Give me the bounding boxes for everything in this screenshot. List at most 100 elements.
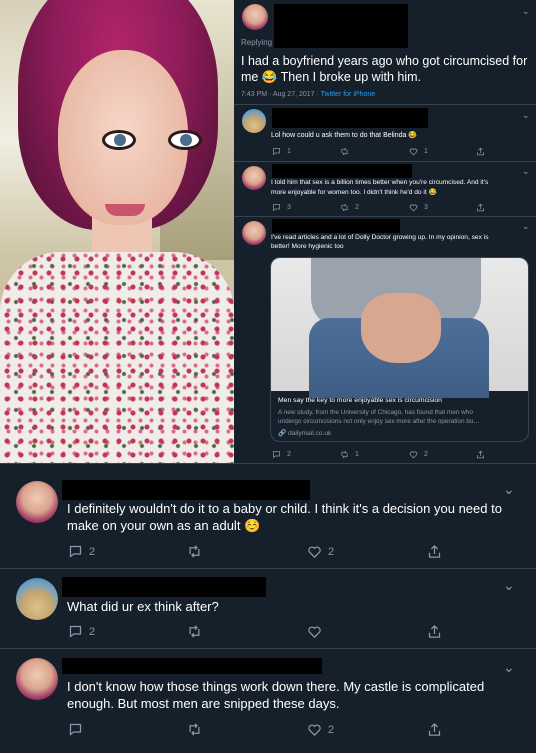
like-count: 2 [328, 545, 335, 558]
redacted-name [272, 164, 412, 178]
link-card[interactable]: Men say the key to more enjoyable sex is… [270, 257, 529, 442]
share-icon [428, 624, 441, 638]
heart-icon [409, 204, 418, 212]
retweet-icon [189, 723, 200, 736]
redacted-name [62, 658, 322, 674]
chevron-down-icon[interactable]: ⌄ [522, 221, 530, 232]
tweet-text-line1: I don't know how those things work down … [67, 679, 485, 694]
share-icon [428, 544, 441, 558]
heart-icon [308, 724, 321, 737]
tweet-text-line1: I definitely wouldn't do it to a baby or… [67, 501, 502, 516]
like-count: 2 [424, 451, 428, 458]
retweet-icon [341, 147, 348, 156]
retweet-icon [341, 203, 348, 212]
card-title: Men say the key to more enjoyable sex is… [278, 397, 442, 404]
avatar[interactable] [242, 166, 266, 190]
reply-button[interactable]: 2 [272, 450, 291, 459]
share-button[interactable] [476, 147, 485, 156]
retweet-icon [189, 625, 200, 638]
reply-count: 2 [287, 451, 291, 458]
avatar[interactable] [16, 481, 58, 523]
heart-icon [308, 546, 321, 559]
retweet-icon [341, 450, 348, 459]
reply-button[interactable]: 2 [68, 544, 95, 559]
chevron-down-icon[interactable]: ⌄ [522, 110, 530, 121]
redacted-name [62, 577, 266, 597]
retweet-button[interactable] [187, 624, 202, 639]
like-button[interactable]: 2 [307, 544, 334, 559]
link-icon: 🔗 [278, 430, 287, 437]
tweet-timestamp: 7:43 PM · Aug 27, 2017 · Twitter for iPh… [241, 91, 375, 98]
retweet-count: 1 [355, 451, 359, 458]
retweet-button[interactable] [340, 147, 349, 156]
card-description-line2: undergo circumcisions not only enjoy sex… [278, 418, 480, 425]
reply-button[interactable]: 1 [272, 147, 291, 156]
chevron-down-icon[interactable]: ⌄ [503, 481, 515, 498]
retweet-button[interactable]: 2 [340, 203, 359, 212]
selfie-photo [0, 0, 234, 463]
reply-text-line1: I've read articles and a lot of Dolly Do… [271, 234, 489, 241]
reply-text: Lol how could u ask them to do that Beli… [271, 132, 418, 139]
chevron-down-icon[interactable]: ⌄ [522, 166, 530, 177]
reply-icon [69, 625, 82, 638]
top-screenshot: ⌄ Replying I had a boyfriend years ago w… [0, 0, 536, 463]
heart-icon [409, 451, 418, 459]
chevron-down-icon[interactable]: ⌄ [522, 6, 530, 17]
card-domain-text: dailymail.co.uk [288, 430, 332, 437]
tweet-text-line2: make on your own as an adult ☺️ [67, 518, 261, 533]
share-icon [477, 203, 484, 212]
avatar[interactable] [242, 109, 266, 133]
redacted-name [272, 219, 400, 233]
card-description-line1: A new study, from the University of Chic… [278, 409, 473, 416]
share-button[interactable] [427, 544, 442, 559]
article-image [271, 258, 528, 398]
like-button[interactable]: 2 [307, 722, 334, 737]
like-count: 3 [424, 204, 428, 211]
redacted-name [272, 108, 428, 128]
like-button[interactable]: 2 [409, 450, 428, 459]
chevron-down-icon[interactable]: ⌄ [503, 577, 515, 594]
reply-icon [69, 545, 82, 558]
tweet-text-line2: me 😂 Then I broke up with him. [241, 70, 421, 84]
share-icon [477, 450, 484, 459]
retweet-button[interactable] [187, 544, 202, 559]
chevron-down-icon[interactable]: ⌄ [503, 659, 515, 676]
like-button[interactable]: 1 [409, 147, 428, 156]
share-button[interactable] [427, 722, 442, 737]
share-button[interactable] [476, 203, 485, 212]
redacted-name [62, 480, 310, 500]
redacted-name [274, 4, 408, 48]
heart-icon [409, 148, 418, 156]
bottom-screenshot: ⌄ I definitely wouldn't do it to a baby … [0, 463, 536, 753]
reply-button[interactable] [68, 722, 83, 737]
tweet-text: What did ur ex think after? [67, 599, 219, 614]
retweet-button[interactable] [187, 722, 202, 737]
reply-button[interactable]: 2 [68, 624, 95, 639]
avatar[interactable] [242, 4, 268, 30]
avatar[interactable] [16, 578, 58, 620]
reply-button[interactable]: 3 [272, 203, 291, 212]
reply-text-line1: I told him that sex is a billion times b… [271, 179, 489, 186]
replying-label: Replying [241, 38, 273, 47]
card-domain: 🔗 dailymail.co.uk [278, 429, 331, 437]
reply-icon [69, 723, 82, 736]
tweet-text-line2: enough. But most men are snipped these d… [67, 696, 340, 711]
retweet-count: 2 [355, 204, 359, 211]
share-button[interactable] [427, 624, 442, 639]
share-button[interactable] [476, 450, 485, 459]
like-button[interactable] [307, 624, 322, 639]
retweet-icon [189, 545, 200, 558]
reply-count: 3 [287, 204, 291, 211]
timestamp-text: 7:43 PM · Aug 27, 2017 · [241, 91, 321, 98]
tweet-text-line1: I had a boyfriend years ago who got circ… [241, 54, 528, 68]
reply-icon [273, 148, 280, 156]
reply-icon [273, 451, 280, 459]
like-button[interactable]: 3 [409, 203, 428, 212]
avatar[interactable] [16, 658, 58, 700]
source-link[interactable]: Twitter for iPhone [321, 91, 375, 98]
retweet-button[interactable]: 1 [340, 450, 359, 459]
reply-count: 1 [287, 148, 291, 155]
avatar[interactable] [242, 221, 266, 245]
reply-text-line2: more enjoyable for women too. I didn't t… [271, 189, 437, 196]
reply-text-line2: better! More hygienic too [271, 243, 344, 250]
